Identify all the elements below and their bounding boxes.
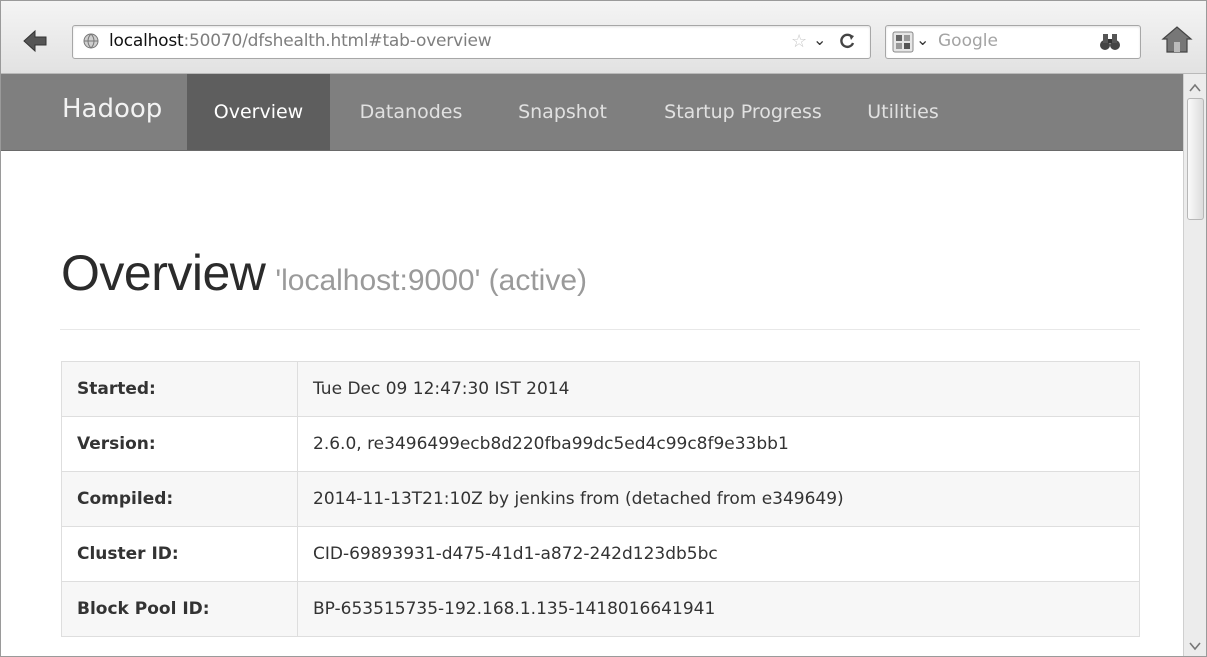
star-icon[interactable]: ☆ — [791, 31, 807, 52]
page-subtitle: 'localhost:9000' (active) — [275, 264, 587, 297]
row-value: 2014-11-13T21:10Z by jenkins from (detac… — [297, 471, 1140, 527]
binoculars-icon[interactable] — [1098, 30, 1122, 54]
home-icon[interactable] — [1161, 23, 1193, 55]
reload-icon[interactable] — [837, 31, 857, 51]
brand-logo[interactable]: Hadoop — [62, 94, 162, 124]
row-value: BP-653515735-192.168.1.135-1418016641941 — [297, 581, 1140, 637]
row-label: Compiled: — [61, 471, 298, 527]
scroll-down-arrow-icon[interactable] — [1187, 638, 1203, 652]
row-label: Block Pool ID: — [61, 581, 298, 637]
tab-overview[interactable]: Overview — [187, 74, 330, 150]
row-label: Started: — [61, 361, 298, 417]
row-value: Tue Dec 09 12:47:30 IST 2014 — [297, 361, 1140, 417]
vertical-scrollbar[interactable] — [1183, 74, 1206, 656]
google-icon[interactable] — [892, 31, 914, 53]
tab-snapshot[interactable]: Snapshot — [492, 74, 633, 150]
tab-datanodes[interactable]: Datanodes — [330, 74, 492, 150]
url-bar[interactable]: localhost:50070/dfshealth.html#tab-overv… — [72, 25, 871, 59]
top-navbar: Hadoop Overview Datanodes Snapshot Start… — [1, 74, 1183, 151]
table-row: Compiled: 2014-11-13T21:10Z by jenkins f… — [61, 471, 1140, 527]
tab-utilities[interactable]: Utilities — [853, 74, 953, 150]
url-text[interactable]: localhost:50070/dfshealth.html#tab-overv… — [109, 31, 492, 51]
table-row: Started: Tue Dec 09 12:47:30 IST 2014 — [61, 361, 1140, 417]
back-arrow-icon[interactable] — [21, 27, 49, 55]
search-bar[interactable]: ⌄ — [885, 25, 1141, 59]
browser-window: localhost:50070/dfshealth.html#tab-overv… — [0, 0, 1207, 657]
page-title: Overview — [61, 245, 266, 301]
tab-startup-progress[interactable]: Startup Progress — [633, 74, 853, 150]
table-row: Cluster ID: CID-69893931-d475-41d1-a872-… — [61, 526, 1140, 582]
row-value: CID-69893931-d475-41d1-a872-242d123db5bc — [297, 526, 1140, 582]
row-value: 2.6.0, re3496499ecb8d220fba99dc5ed4c99c8… — [297, 416, 1140, 472]
scrollbar-thumb[interactable] — [1187, 98, 1204, 220]
chevron-down-icon[interactable]: ⌄ — [813, 30, 826, 49]
search-input[interactable] — [938, 28, 1088, 54]
url-path: :50070/dfshealth.html#tab-overview — [183, 31, 492, 51]
globe-icon — [83, 33, 99, 49]
table-row: Block Pool ID: BP-653515735-192.168.1.13… — [61, 581, 1140, 637]
scroll-up-arrow-icon[interactable] — [1187, 80, 1203, 94]
row-label: Cluster ID: — [61, 526, 298, 582]
chevron-down-icon[interactable]: ⌄ — [916, 30, 929, 49]
overview-table: Started: Tue Dec 09 12:47:30 IST 2014 Ve… — [61, 361, 1140, 637]
row-label: Version: — [61, 416, 298, 472]
divider — [60, 329, 1140, 330]
browser-toolbar: localhost:50070/dfshealth.html#tab-overv… — [1, 1, 1206, 74]
page-content: Hadoop Overview Datanodes Snapshot Start… — [1, 74, 1183, 656]
page-header: Overview 'localhost:9000' (active) — [61, 244, 587, 302]
table-row: Version: 2.6.0, re3496499ecb8d220fba99dc… — [61, 416, 1140, 472]
url-host: localhost — [109, 31, 184, 51]
